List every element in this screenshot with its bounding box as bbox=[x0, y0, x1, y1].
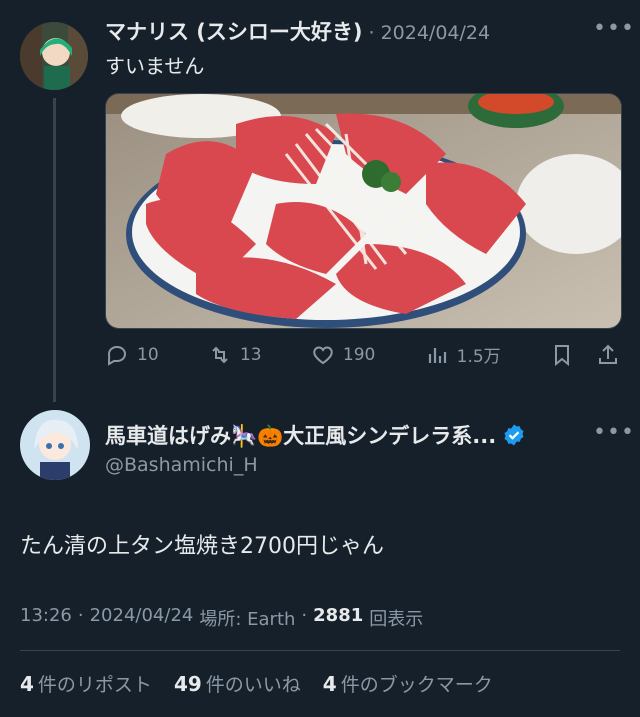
main-author-name[interactable]: 馬車道はげみ🎠🎃大正風シンデレラ系... bbox=[105, 420, 496, 450]
avatar-image bbox=[20, 22, 88, 90]
avatar[interactable] bbox=[20, 22, 88, 90]
like-button[interactable]: 190 bbox=[311, 342, 375, 367]
main-views-count: 2881 bbox=[313, 605, 364, 626]
reposts-label: 件のリポスト bbox=[37, 674, 152, 696]
main-meta: 13:26 · 2024/04/24 場所: Earth · 2881 回表示 bbox=[20, 605, 423, 631]
verified-badge-icon bbox=[504, 424, 524, 446]
reply-count: 10 bbox=[137, 344, 159, 365]
share-icon[interactable] bbox=[596, 343, 620, 367]
reposts-count: 4 bbox=[20, 672, 34, 696]
views-chart-icon bbox=[428, 347, 446, 363]
reply-header: マナリス (スシロー大好き) · 2024/04/24 bbox=[105, 16, 490, 46]
likes-count: 49 bbox=[173, 672, 202, 696]
like-count: 190 bbox=[342, 344, 376, 365]
heart-icon bbox=[313, 345, 333, 364]
thread-line bbox=[53, 98, 56, 402]
beef-tongue-photo bbox=[106, 94, 621, 328]
engagement-stats: 4 件のリポスト 49 件のいいね 4 件のブックマーク bbox=[20, 670, 493, 697]
retweet-icon bbox=[212, 346, 228, 363]
retweet-button[interactable]: 13 bbox=[208, 342, 262, 367]
likes-stat[interactable]: 49 件のいいね bbox=[174, 670, 301, 697]
bookmarks-count: 4 bbox=[322, 672, 337, 696]
reply-action-bar: 10 13 190 1.5万 bbox=[105, 342, 620, 367]
meta-dot: · bbox=[77, 605, 84, 626]
main-text: たん清の上タン塩焼き2700円じゃん bbox=[20, 534, 384, 559]
divider bbox=[20, 650, 620, 651]
main-more-options-icon[interactable]: ••• bbox=[593, 420, 635, 445]
avatar-image bbox=[20, 410, 90, 480]
tweet-photo[interactable] bbox=[105, 93, 622, 329]
main-handle[interactable]: @Bashamichi_H bbox=[105, 454, 258, 476]
reply-date[interactable]: 2024/04/24 bbox=[381, 22, 491, 44]
reposts-stat[interactable]: 4 件のリポスト bbox=[20, 670, 152, 697]
reply-text: すいません bbox=[105, 54, 205, 78]
bookmarks-label: 件のブックマーク bbox=[340, 674, 493, 696]
main-header: 馬車道はげみ🎠🎃大正風シンデレラ系... bbox=[105, 420, 526, 450]
reply-button[interactable]: 10 bbox=[105, 342, 159, 367]
meta-dot: · bbox=[301, 605, 308, 626]
bookmark-share-group bbox=[550, 342, 620, 367]
bookmarks-stat[interactable]: 4 件のブックマーク bbox=[323, 670, 493, 697]
main-views-label: 回表示 bbox=[369, 609, 424, 630]
main-location: 場所: Earth bbox=[199, 609, 296, 630]
more-options-icon[interactable]: ••• bbox=[593, 16, 635, 41]
views-button[interactable]: 1.5万 bbox=[425, 342, 501, 367]
main-avatar[interactable] bbox=[20, 410, 90, 480]
likes-label: 件のいいね bbox=[205, 674, 301, 696]
bookmark-icon[interactable] bbox=[550, 343, 574, 367]
reply-separator: · bbox=[368, 22, 375, 44]
main-time[interactable]: 13:26 bbox=[20, 605, 72, 631]
main-date[interactable]: 2024/04/24 bbox=[90, 605, 194, 631]
reply-author-name[interactable]: マナリス (スシロー大好き) bbox=[105, 16, 363, 46]
retweet-count: 13 bbox=[239, 344, 262, 365]
views-count: 1.5万 bbox=[456, 347, 501, 367]
reply-icon bbox=[107, 345, 127, 366]
